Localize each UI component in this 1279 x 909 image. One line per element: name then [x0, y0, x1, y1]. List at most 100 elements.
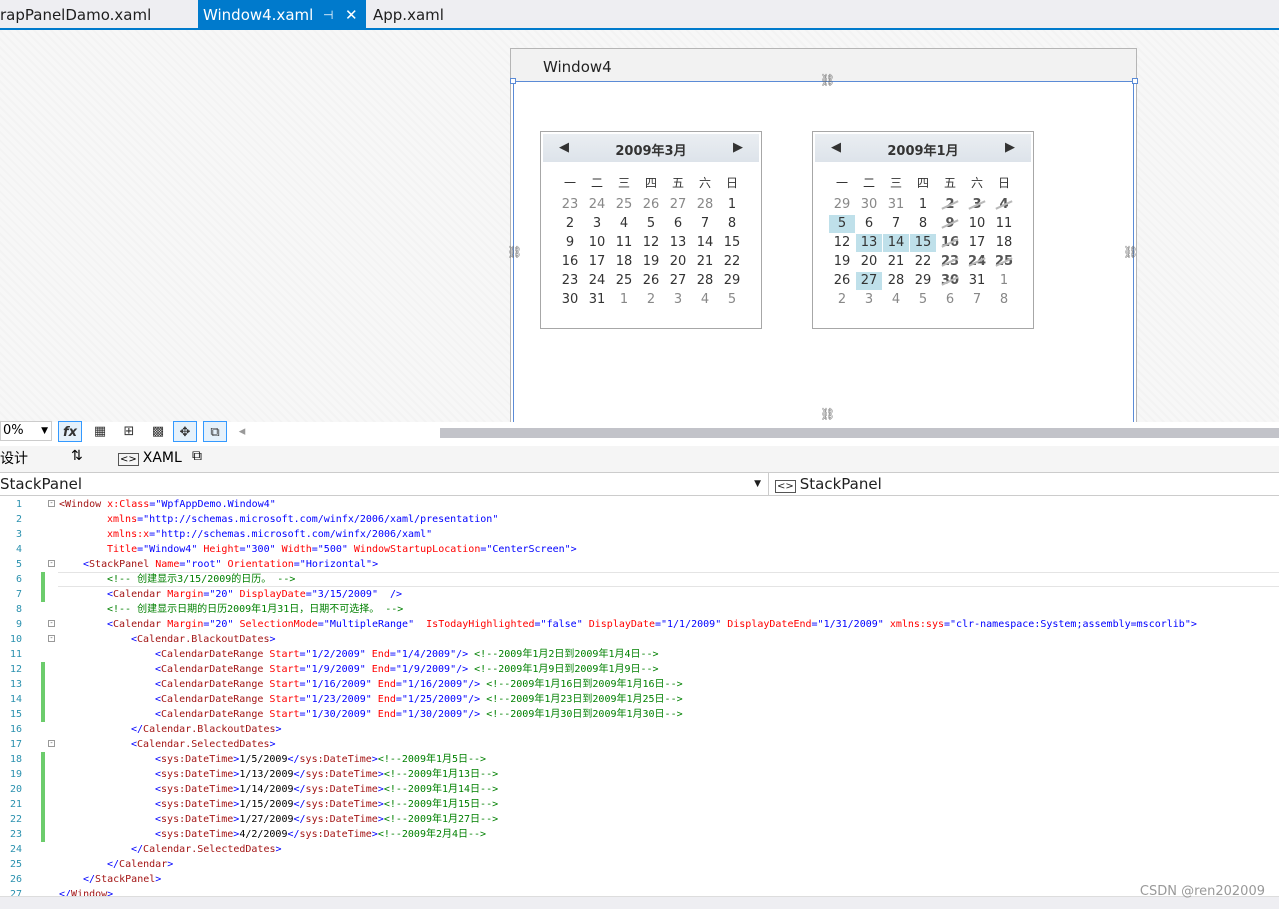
selected-day[interactable]: 15	[910, 234, 936, 252]
calendar-day[interactable]: 3	[584, 215, 610, 233]
code-line[interactable]: 1 - <Window x:Class="WpfAppDemo.Window4"	[0, 497, 1279, 512]
calendar-day[interactable]: 3	[665, 291, 691, 309]
effects-icon[interactable]: ⧉	[203, 421, 227, 442]
calendar-january[interactable]: ◀ 2009年1月 ▶ 一二三四五六日 29 30 31 1 2 3 4 5 6 7 8 9 10 11 12…	[812, 131, 1034, 329]
calendar-day[interactable]: 8	[991, 291, 1017, 309]
calendar-day[interactable]: 26	[829, 272, 855, 290]
next-month-icon[interactable]: ▶	[1005, 140, 1015, 155]
calendar-day[interactable]: 25	[611, 272, 637, 290]
calendar-day[interactable]: 6	[665, 215, 691, 233]
calendar-day[interactable]: 12	[638, 234, 664, 252]
code-line[interactable]: 19 <sys:DateTime>1/13/2009</sys:DateTime>…	[0, 767, 1279, 782]
selected-day[interactable]: 27	[856, 272, 882, 290]
code-line[interactable]: 9 - <Calendar Margin="20" SelectionMode="M…	[0, 617, 1279, 632]
calendar-day[interactable]: 1	[611, 291, 637, 309]
xaml-tab[interactable]: <> XAML	[118, 450, 182, 466]
code-line[interactable]: 24 </Calendar.SelectedDates>	[0, 842, 1279, 857]
calendar-day[interactable]: 7	[964, 291, 990, 309]
calendar-title[interactable]: 2009年1月	[815, 140, 1031, 159]
calendar-day[interactable]: 1	[910, 196, 936, 214]
calendar-day[interactable]: 13	[665, 234, 691, 252]
calendar-day[interactable]: 26	[638, 196, 664, 214]
code-line[interactable]: 2 xmlns="http://schemas.microsoft.com/win…	[0, 512, 1279, 527]
calendar-day[interactable]: 12	[829, 234, 855, 252]
pin-icon[interactable]: ⊣	[323, 0, 333, 30]
calendar-day[interactable]: 31	[883, 196, 909, 214]
code-line[interactable]: 8 <!-- 创建显示日期的日历2009年1月31日，日期不可选择。 -->	[0, 602, 1279, 617]
design-surface[interactable]: Window4 ⛓ ⛓ ⛓ ⛓ ◀ 2009年3月 ▶ 一二三四五六日 23 24 2…	[0, 30, 1279, 422]
calendar-day[interactable]: 10	[964, 215, 990, 233]
calendar-title[interactable]: 2009年3月	[543, 140, 759, 159]
checker-icon[interactable]: ▩	[146, 421, 170, 442]
code-line[interactable]: 20 <sys:DateTime>1/14/2009</sys:DateTime>…	[0, 782, 1279, 797]
code-line[interactable]: 26 </StackPanel>	[0, 872, 1279, 887]
calendar-day[interactable]: 24	[584, 272, 610, 290]
calendar-day[interactable]: 11	[611, 234, 637, 252]
calendar-day[interactable]: 4	[883, 291, 909, 309]
calendar-day[interactable]: 26	[638, 272, 664, 290]
calendar-day[interactable]: 18	[611, 253, 637, 271]
calendar-day[interactable]: 2	[638, 291, 664, 309]
calendar-day[interactable]: 29	[910, 272, 936, 290]
code-line[interactable]: 22 <sys:DateTime>1/27/2009</sys:DateTime>…	[0, 812, 1279, 827]
calendar-day[interactable]: 19	[829, 253, 855, 271]
tab-wrappaneldemo[interactable]: rapPanelDamo.xaml	[0, 0, 195, 28]
calendar-day[interactable]: 22	[719, 253, 745, 271]
resize-handle[interactable]	[510, 78, 516, 84]
calendar-day[interactable]: 24	[584, 196, 610, 214]
snap-grid-icon[interactable]: ⊞	[117, 421, 141, 442]
calendar-day[interactable]: 11	[991, 215, 1017, 233]
calendar-day[interactable]: 9	[557, 234, 583, 252]
calendar-day[interactable]: 15	[719, 234, 745, 252]
fx-icon[interactable]: fx	[58, 421, 82, 442]
code-line[interactable]: 27 </Window>	[0, 887, 1279, 896]
window-preview[interactable]: Window4 ⛓ ⛓ ⛓ ⛓ ◀ 2009年3月 ▶ 一二三四五六日 23 24 2…	[507, 48, 1138, 422]
code-line[interactable]: 21 <sys:DateTime>1/15/2009</sys:DateTime>…	[0, 797, 1279, 812]
selected-day[interactable]: 5	[829, 215, 855, 233]
scroll-left-icon[interactable]: ◂	[230, 421, 254, 442]
code-line[interactable]: 10 - <Calendar.BlackoutDates>	[0, 632, 1279, 647]
code-line[interactable]: 18 <sys:DateTime>1/5/2009</sys:DateTime><…	[0, 752, 1279, 767]
calendar-day[interactable]: 2	[557, 215, 583, 233]
calendar-day[interactable]: 18	[991, 234, 1017, 252]
code-line[interactable]: 3 xmlns:x="http://schemas.microsoft.com/w…	[0, 527, 1279, 542]
tab-window4[interactable]: Window4.xaml ⊣ ✕	[198, 0, 366, 28]
code-line[interactable]: 25 </Calendar>	[0, 857, 1279, 872]
calendar-day[interactable]: 23	[557, 196, 583, 214]
code-line[interactable]: 7 <Calendar Margin="20" DisplayDate="3/15…	[0, 587, 1279, 602]
code-line[interactable]: 12 <CalendarDateRange Start="1/9/2009" En…	[0, 662, 1279, 677]
xaml-editor[interactable]: 1- <Window x:Class="WpfAppDemo.Window4" 2 x…	[0, 496, 1279, 896]
calendar-day[interactable]: 20	[856, 253, 882, 271]
calendar-day[interactable]: 31	[584, 291, 610, 309]
calendar-day[interactable]: 5	[910, 291, 936, 309]
calendar-day[interactable]: 16	[557, 253, 583, 271]
calendar-day[interactable]: 8	[719, 215, 745, 233]
member-selector[interactable]: <> StackPanel	[775, 473, 882, 495]
snap-lines-icon[interactable]: ✥	[173, 421, 197, 442]
calendar-day[interactable]: 17	[584, 253, 610, 271]
calendar-day[interactable]: 21	[883, 253, 909, 271]
collapse-icon[interactable]: -	[48, 500, 55, 507]
calendar-day[interactable]: 25	[611, 196, 637, 214]
horizontal-scrollbar[interactable]	[440, 428, 1279, 438]
calendar-day[interactable]: 10	[584, 234, 610, 252]
selected-day[interactable]: 14	[883, 234, 909, 252]
calendar-day[interactable]: 27	[665, 196, 691, 214]
popout-icon[interactable]: ⧉	[192, 448, 202, 464]
calendar-day[interactable]: 31	[964, 272, 990, 290]
calendar-day[interactable]: 7	[692, 215, 718, 233]
collapse-icon[interactable]: -	[48, 635, 55, 642]
calendar-day[interactable]: 4	[692, 291, 718, 309]
calendar-day[interactable]: 4	[611, 215, 637, 233]
calendar-day[interactable]: 29	[829, 196, 855, 214]
next-month-icon[interactable]: ▶	[733, 140, 743, 155]
calendar-day[interactable]: 19	[638, 253, 664, 271]
selected-day[interactable]: 13	[856, 234, 882, 252]
zoom-select[interactable]: 0% ▼	[0, 421, 52, 441]
code-line[interactable]: 23 <sys:DateTime>4/2/2009</sys:DateTime><…	[0, 827, 1279, 842]
calendar-day[interactable]: 28	[883, 272, 909, 290]
calendar-day[interactable]: 8	[910, 215, 936, 233]
chain-link-icon[interactable]: ⛓	[820, 73, 835, 87]
code-line[interactable]: 17 - <Calendar.SelectedDates>	[0, 737, 1279, 752]
code-line[interactable]: 6 <!-- 创建显示3/15/2009的日历。 -->	[0, 572, 1279, 587]
